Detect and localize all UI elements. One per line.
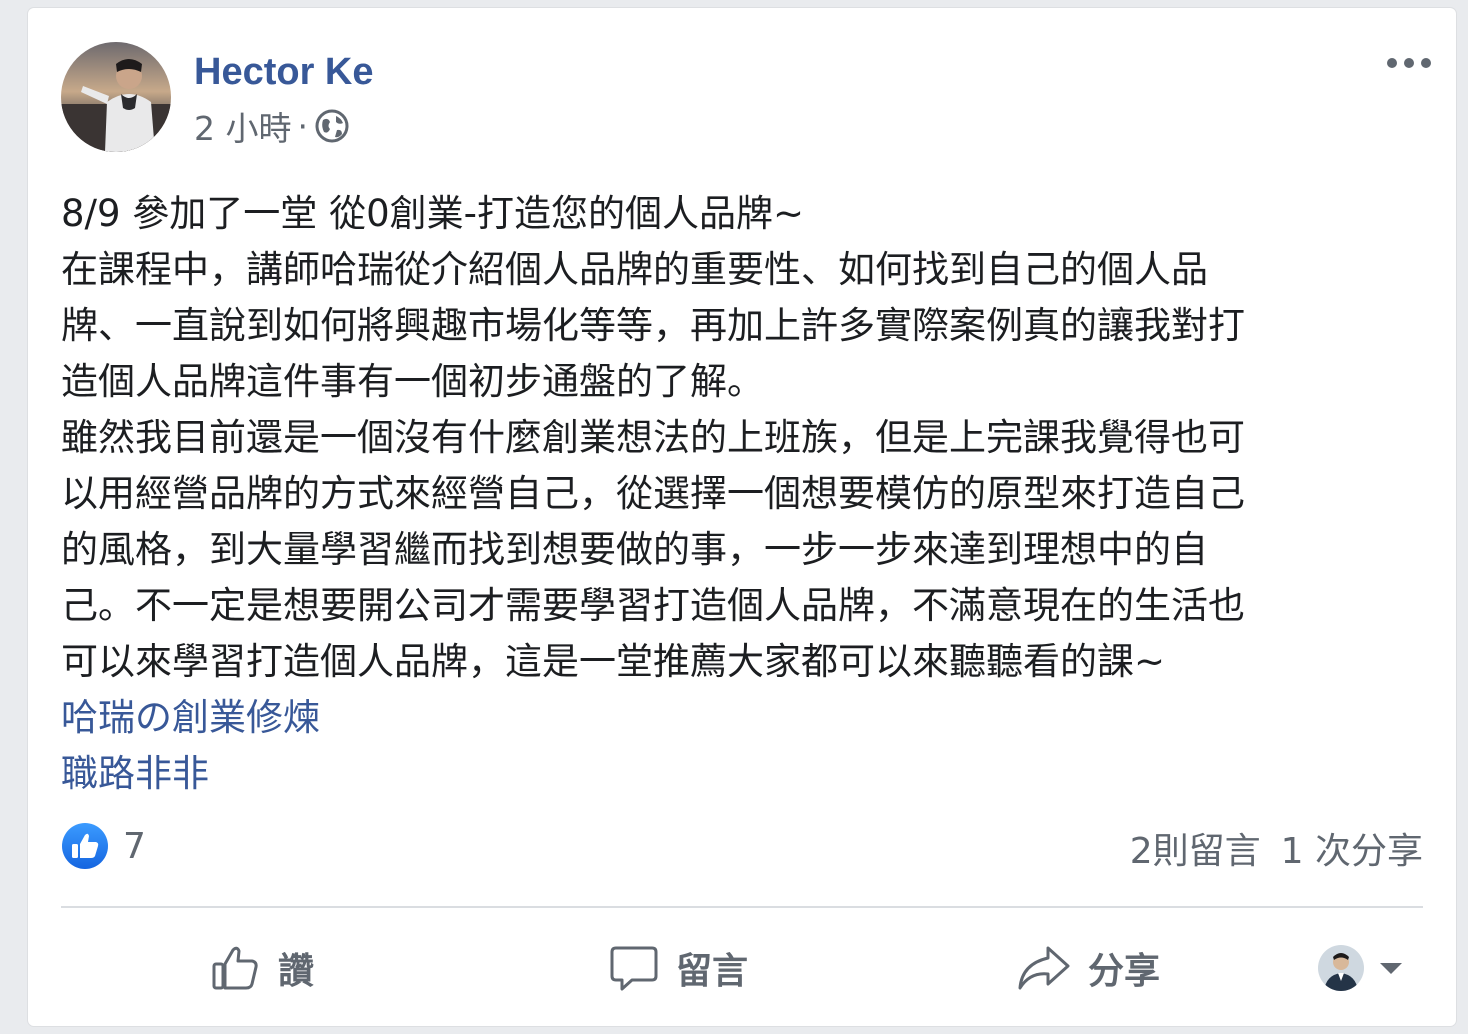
like-count: 7 (123, 825, 146, 867)
meta-separator: · (297, 106, 309, 146)
post-body: 8/9 參加了一堂 從0創業-打造您的個人品牌~ 在課程中，講師哈瑞從介紹個人品… (61, 186, 1431, 802)
share-count[interactable]: 1 次分享 (1281, 822, 1423, 874)
tagged-page-link[interactable]: 職路非非 (61, 746, 1431, 802)
share-icon (1018, 946, 1070, 990)
thumbs-up-icon (212, 946, 258, 990)
viewer-avatar (1318, 945, 1364, 991)
engagement-counts: 2則留言 1 次分享 (1130, 820, 1423, 876)
divider (61, 906, 1423, 908)
like-label: 讚 (278, 951, 315, 992)
post-text-line: 的風格，到大量學習繼而找到想要做的事，一步一步來達到理想中的自 (61, 528, 1208, 571)
post-text-line: 己。不一定是想要開公司才需要學習打造個人品牌，不滿意現在的生活也 (61, 584, 1245, 627)
more-options-icon[interactable] (1384, 48, 1434, 78)
post-text-line: 雖然我目前還是一個沒有什麼創業想法的上班族，但是上完課我覺得也可 (61, 416, 1245, 459)
post-text-line: 8/9 參加了一堂 從0創業-打造您的個人品牌~ (61, 192, 804, 235)
author-name[interactable]: Hector Ke (194, 46, 374, 98)
share-label: 分享 (1088, 951, 1161, 992)
comment-button[interactable]: 留言 (608, 928, 748, 1008)
post-text-line: 以用經營品牌的方式來經營自己，從選擇一個想要模仿的原型來打造自己 (61, 472, 1245, 515)
post-card: Hector Ke 2 小時 · 8/9 參加了一堂 從0創業-打造您的個人品牌… (28, 8, 1456, 1026)
post-text-line: 造個人品牌這件事有一個初步通盤的了解。 (61, 360, 764, 403)
tagged-page-link[interactable]: 哈瑞の創業修煉 (61, 690, 1431, 746)
action-bar: 讚 留言 分享 (28, 928, 1456, 1008)
chevron-down-icon (1380, 963, 1402, 974)
comment-icon (610, 946, 658, 991)
post-text-line: 在課程中，講師哈瑞從介紹個人品牌的重要性、如何找到自己的個人品 (61, 248, 1208, 291)
post-text-line: 牌、一直說到如何將興趣市場化等等，再加上許多實際案例真的讓我對打 (61, 304, 1245, 347)
comment-label: 留言 (676, 951, 749, 992)
author-avatar[interactable] (61, 42, 171, 152)
reaction-identity-selector[interactable] (1318, 940, 1406, 996)
share-button[interactable]: 分享 (1016, 928, 1160, 1008)
like-button[interactable]: 讚 (210, 928, 314, 1008)
comment-count[interactable]: 2則留言 (1130, 822, 1261, 874)
post-meta: 2 小時 · (194, 104, 350, 148)
post-time[interactable]: 2 小時 (194, 102, 292, 150)
like-reaction-icon (61, 822, 109, 870)
globe-icon[interactable] (314, 108, 350, 144)
post-text-line: 可以來學習打造個人品牌，這是一堂推薦大家都可以來聽聽看的課~ (61, 640, 1166, 683)
reactions-summary[interactable]: 7 (61, 818, 146, 874)
